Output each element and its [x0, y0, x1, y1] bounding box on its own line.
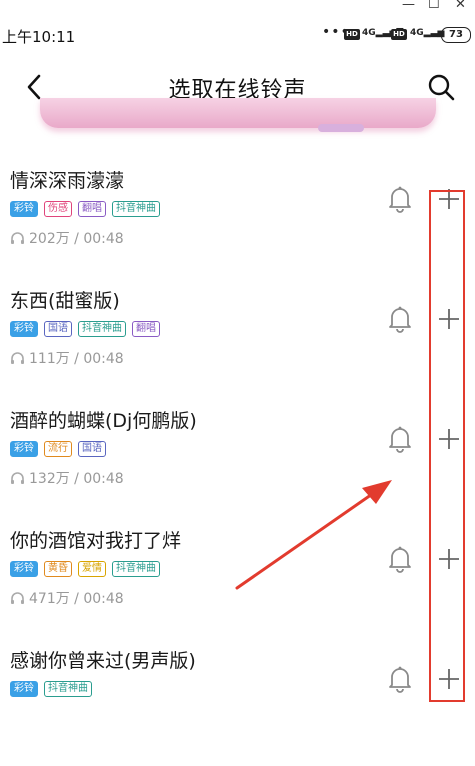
play-count: 202万 — [29, 231, 70, 247]
song-item[interactable]: 你的酒馆对我打了烊彩铃 黄昏 爱情 抖音神曲 471万 / 00:48 — [0, 526, 475, 646]
hd-icon-2: HD — [391, 29, 407, 40]
song-meta: 471万 / 00:48 — [10, 588, 124, 608]
tag-badge: 抖音神曲 — [112, 201, 160, 217]
tag-badge: 抖音神曲 — [44, 681, 92, 697]
song-tags: 彩铃 黄昏 爱情 抖音神曲 — [10, 561, 160, 577]
song-item[interactable]: 情深深雨濛濛彩铃 伤感 翻唱 抖音神曲 202万 / 00:48 — [0, 166, 475, 286]
highlight-box — [429, 190, 465, 702]
set-ringtone-bell-icon[interactable] — [386, 424, 414, 454]
song-meta: 132万 / 00:48 — [10, 468, 124, 488]
song-item[interactable]: 东西(甜蜜版) 彩铃 国语 抖音神曲 翻唱 111万 / 00:48 — [0, 286, 475, 406]
song-title: 情深深雨濛濛 — [10, 170, 125, 192]
song-tags: 彩铃 流行 国语 — [10, 441, 106, 457]
set-ringtone-bell-icon[interactable] — [386, 664, 414, 694]
headphones-icon — [11, 232, 24, 244]
song-tags: 彩铃 抖音神曲 — [10, 681, 92, 697]
banner[interactable] — [40, 98, 436, 128]
song-title: 你的酒馆对我打了烊 — [10, 530, 182, 552]
tag-badge: 彩铃 — [10, 561, 38, 577]
status-time: 上午10:11 — [2, 28, 76, 46]
duration: 00:48 — [83, 471, 124, 487]
battery-icon: 73 — [441, 27, 471, 43]
set-ringtone-bell-icon[interactable] — [386, 304, 414, 334]
duration: 00:48 — [83, 351, 124, 367]
separator: / — [69, 351, 84, 367]
tag-badge: 翻唱 — [132, 321, 160, 337]
song-meta: 111万 / 00:48 — [10, 348, 124, 368]
minimize-icon[interactable]: — — [402, 0, 415, 12]
tag-badge: 抖音神曲 — [78, 321, 126, 337]
window-controls: — ☐ ✕ — [0, 0, 475, 14]
set-ringtone-bell-icon[interactable] — [386, 184, 414, 214]
duration: 00:48 — [83, 591, 124, 607]
separator: / — [69, 471, 84, 487]
tag-badge: 爱情 — [78, 561, 106, 577]
song-tags: 彩铃 伤感 翻唱 抖音神曲 — [10, 201, 160, 217]
play-count: 111万 — [29, 351, 70, 367]
headphones-icon — [11, 592, 24, 604]
tag-badge: 彩铃 — [10, 201, 38, 217]
tag-badge: 翻唱 — [78, 201, 106, 217]
headphones-icon — [11, 472, 24, 484]
maximize-icon[interactable]: ☐ — [428, 0, 440, 12]
headphones-icon — [11, 352, 24, 364]
hd-icon: HD — [344, 29, 360, 40]
song-meta: 202万 / 00:48 — [10, 228, 124, 248]
separator: / — [69, 591, 84, 607]
banner-decoration — [318, 124, 364, 132]
play-count: 132万 — [29, 471, 70, 487]
tag-badge: 伤感 — [44, 201, 72, 217]
tag-badge: 国语 — [44, 321, 72, 337]
tag-badge: 彩铃 — [10, 441, 38, 457]
song-title: 东西(甜蜜版) — [10, 290, 120, 312]
tag-badge: 抖音神曲 — [112, 561, 160, 577]
song-item[interactable]: 酒醉的蝴蝶(Dj何鹏版) 彩铃 流行 国语 132万 / 00:48 — [0, 406, 475, 526]
tag-badge: 流行 — [44, 441, 72, 457]
set-ringtone-bell-icon[interactable] — [386, 544, 414, 574]
song-title: 感谢你曾来过(男声版) — [10, 650, 196, 672]
separator: / — [69, 231, 84, 247]
play-count: 471万 — [29, 591, 70, 607]
song-item[interactable]: 感谢你曾来过(男声版) 彩铃 抖音神曲 — [0, 646, 475, 766]
signal-icon-2: 4G▂▃▅ — [410, 28, 445, 38]
tag-badge: 国语 — [78, 441, 106, 457]
tag-badge: 黄昏 — [44, 561, 72, 577]
tag-badge: 彩铃 — [10, 681, 38, 697]
song-tags: 彩铃 国语 抖音神曲 翻唱 — [10, 321, 160, 337]
status-bar: 上午10:11 ••• HD 4G▂▃▅▇ HD 4G▂▃▅ 73 — [0, 18, 475, 52]
tag-badge: 彩铃 — [10, 321, 38, 337]
close-icon[interactable]: ✕ — [455, 0, 466, 12]
duration: 00:48 — [83, 231, 124, 247]
song-title: 酒醉的蝴蝶(Dj何鹏版) — [10, 410, 197, 432]
